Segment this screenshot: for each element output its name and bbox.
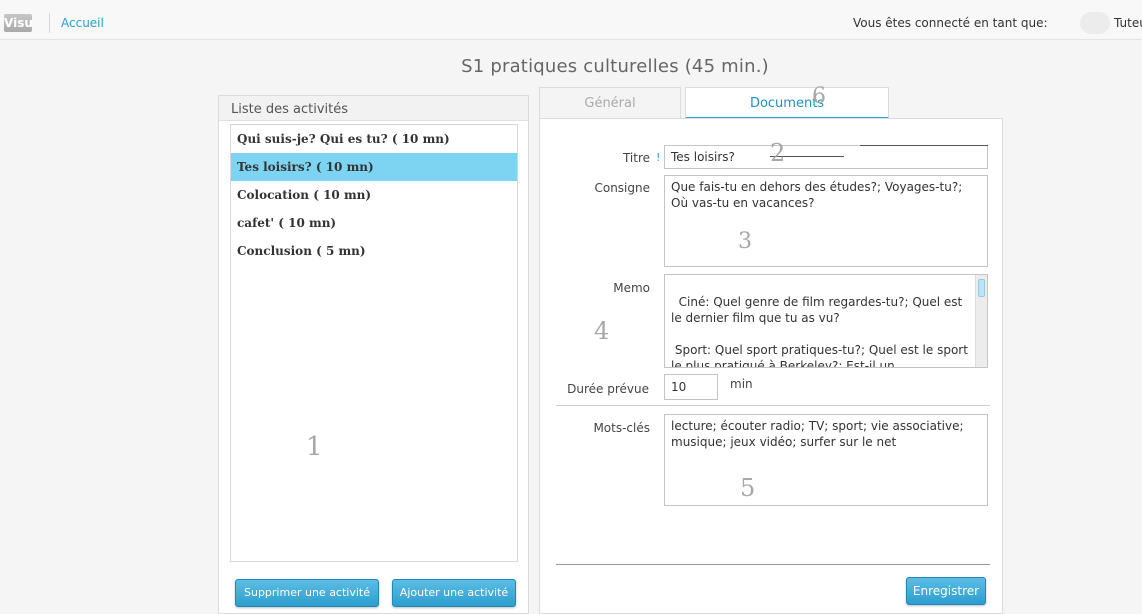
- form-divider: [556, 405, 990, 406]
- activities-panel: Liste des activités Qui suis-je? Qui es …: [218, 95, 529, 614]
- user-name[interactable]: Tuteur: [1114, 16, 1142, 30]
- keywords-label: Mots-clés: [593, 421, 650, 435]
- activities-panel-title: Liste des activités: [219, 96, 528, 121]
- instruction-label: Consigne: [594, 181, 650, 195]
- connected-as-label: Vous êtes connecté en tant que:: [853, 16, 1048, 30]
- annotation-number-6: 6: [812, 84, 826, 109]
- title-input[interactable]: Tes loisirs?: [664, 145, 988, 169]
- page-title: S1 pratiques culturelles (45 min.): [461, 56, 769, 77]
- annotation-number-4: 4: [594, 317, 610, 345]
- duration-input[interactable]: 10: [664, 374, 718, 400]
- top-separator: [49, 13, 50, 33]
- annotation-number-5: 5: [740, 474, 756, 502]
- memo-scrollbar[interactable]: [975, 275, 987, 367]
- annotation-line-2b: [860, 145, 988, 146]
- instruction-textarea[interactable]: Que fais-tu en dehors des études?; Voyag…: [664, 175, 988, 267]
- tab-documents[interactable]: Documents: [685, 87, 889, 119]
- delete-activity-button[interactable]: Supprimer une activité: [235, 579, 379, 607]
- save-button[interactable]: Enregistrer: [906, 577, 986, 605]
- annotation-number-2: 2: [770, 139, 786, 167]
- title-label: Titre: [622, 151, 650, 165]
- top-bar: Visu Accueil Vous êtes connecté en tant …: [0, 0, 1142, 40]
- avatar: [1080, 12, 1110, 34]
- annotation-number-1: 1: [306, 432, 323, 462]
- memo-textarea[interactable]: Ciné: Quel genre de film regardes-tu?; Q…: [664, 274, 988, 368]
- tab-general[interactable]: Général: [539, 87, 681, 119]
- activity-list: Qui suis-je? Qui es tu? ( 10 mn) Tes loi…: [230, 124, 518, 562]
- activity-item[interactable]: Qui suis-je? Qui es tu? ( 10 mn): [231, 125, 517, 153]
- activity-item[interactable]: Conclusion ( 5 mn): [231, 237, 517, 265]
- duration-label: Durée prévue: [567, 382, 649, 396]
- app-logo[interactable]: Visu: [4, 14, 33, 32]
- duration-unit: min: [730, 377, 753, 391]
- keywords-textarea[interactable]: lecture; écouter radio; TV; sport; vie a…: [664, 414, 988, 506]
- activity-item[interactable]: Colocation ( 10 mn): [231, 181, 517, 209]
- memo-label: Memo: [613, 281, 650, 295]
- activity-item-selected[interactable]: Tes loisirs? ( 10 mn): [231, 153, 517, 181]
- add-activity-button[interactable]: Ajouter une activité: [392, 579, 516, 607]
- memo-scroll-thumb[interactable]: [978, 279, 985, 297]
- activity-item[interactable]: cafet' ( 10 mn): [231, 209, 517, 237]
- nav-home-link[interactable]: Accueil: [61, 16, 104, 30]
- annotation-number-3: 3: [738, 229, 752, 254]
- required-mark: !: [656, 151, 661, 164]
- memo-text: Ciné: Quel genre de film regardes-tu?; Q…: [671, 295, 968, 368]
- footer-divider: [556, 564, 990, 565]
